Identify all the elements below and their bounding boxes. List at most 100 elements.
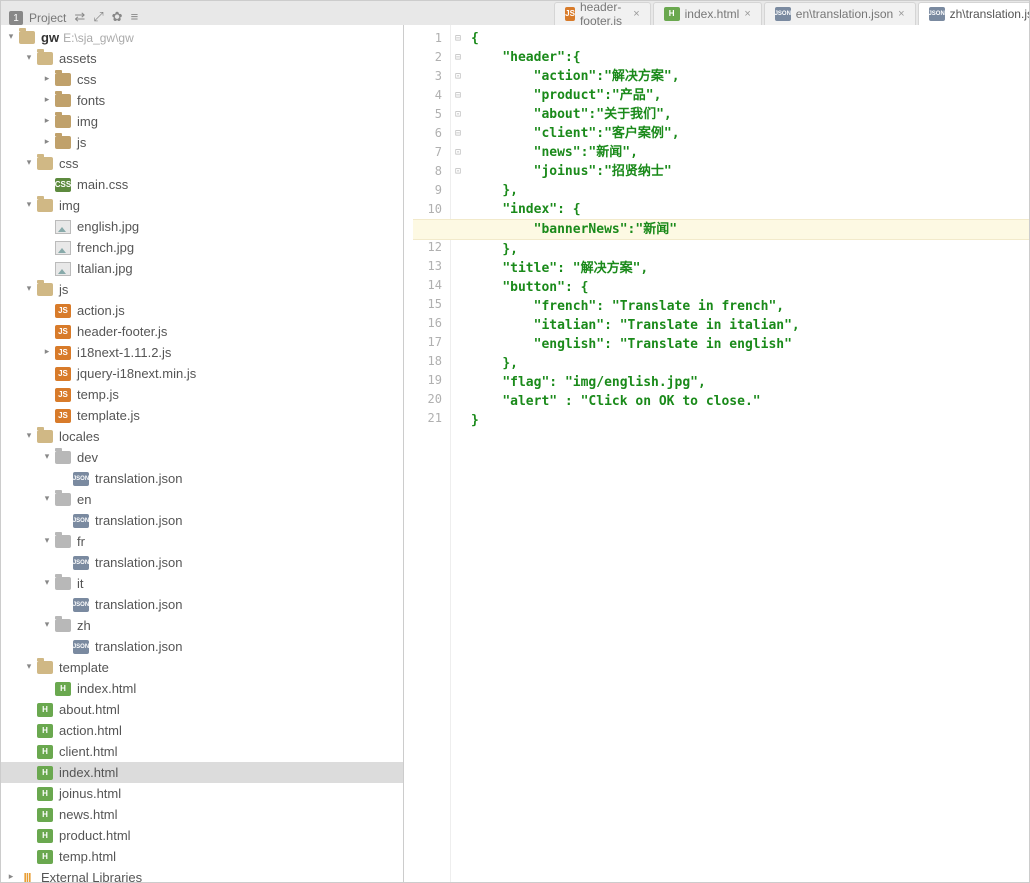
- tree-row[interactable]: ▸JSONtranslation.json: [1, 636, 403, 657]
- code-line[interactable]: },: [471, 181, 1029, 200]
- tree-row[interactable]: ▸JSjquery-i18next.min.js: [1, 363, 403, 384]
- code-line[interactable]: "news":"新闻",: [471, 143, 1029, 162]
- tree-row[interactable]: ▾dev: [1, 447, 403, 468]
- tree-row[interactable]: ▸JSi18next-1.11.2.js: [1, 342, 403, 363]
- fold-toggle[interactable]: ⊟: [451, 29, 465, 48]
- tree-row[interactable]: ▸JSheader-footer.js: [1, 321, 403, 342]
- editor-tab[interactable]: Hindex.html×: [653, 2, 762, 25]
- code-line[interactable]: "action":"解决方案",: [471, 67, 1029, 86]
- code-line[interactable]: "client":"客户案例",: [471, 124, 1029, 143]
- tree-row[interactable]: ▾gwE:\sja_gw\gw: [1, 27, 403, 48]
- tree-row[interactable]: ▾zh: [1, 615, 403, 636]
- code-line[interactable]: "joinus":"招贤纳士": [471, 162, 1029, 181]
- code-line[interactable]: "alert" : "Click on OK to close.": [471, 392, 1029, 411]
- chevron-down-icon[interactable]: ▾: [41, 619, 53, 631]
- tree-row[interactable]: ▸french.jpg: [1, 237, 403, 258]
- editor-tab[interactable]: JSheader-footer.js×: [554, 2, 650, 25]
- tree-row[interactable]: ▾img: [1, 195, 403, 216]
- editor-tab[interactable]: JSONzh\translation.json×: [918, 2, 1029, 25]
- tree-row[interactable]: ▸fonts: [1, 90, 403, 111]
- project-tree-panel[interactable]: ▾gwE:\sja_gw\gw▾assets▸css▸fonts▸img▸js▾…: [1, 25, 404, 882]
- tree-row[interactable]: ▸css: [1, 69, 403, 90]
- chevron-right-icon[interactable]: ▸: [41, 94, 53, 106]
- chevron-down-icon[interactable]: ▾: [23, 661, 35, 673]
- code-line[interactable]: "about":"关于我们",: [471, 105, 1029, 124]
- tree-row[interactable]: ▸JStemplate.js: [1, 405, 403, 426]
- code-line[interactable]: "button": {: [471, 278, 1029, 297]
- fold-toggle[interactable]: ⊟: [451, 86, 465, 105]
- tree-row[interactable]: ▸Hproduct.html: [1, 825, 403, 846]
- chevron-down-icon[interactable]: ▾: [5, 31, 17, 43]
- code-line[interactable]: "english": "Translate in english": [471, 335, 1029, 354]
- fold-gutter[interactable]: ⊟⊟⊡⊟⊡⊟⊡⊡: [451, 25, 465, 882]
- tree-row[interactable]: ▸JStemp.js: [1, 384, 403, 405]
- chevron-right-icon[interactable]: ▸: [41, 136, 53, 148]
- tree-row[interactable]: ▸img: [1, 111, 403, 132]
- chevron-down-icon[interactable]: ▾: [41, 577, 53, 589]
- code-line[interactable]: "bannerNews":"新闻": [413, 219, 1029, 240]
- project-tool-3[interactable]: ≡: [131, 9, 139, 25]
- code-line[interactable]: "title": "解决方案",: [471, 259, 1029, 278]
- project-tool-tab[interactable]: 1 Project: [1, 11, 74, 25]
- chevron-down-icon[interactable]: ▾: [41, 451, 53, 463]
- tree-row[interactable]: ▸|||External Libraries: [1, 867, 403, 882]
- code-editor[interactable]: 123456789101112131415161718192021 ⊟⊟⊡⊟⊡⊟…: [404, 25, 1029, 882]
- tree-row[interactable]: ▸Italian.jpg: [1, 258, 403, 279]
- chevron-down-icon[interactable]: ▾: [23, 199, 35, 211]
- chevron-right-icon[interactable]: ▸: [41, 73, 53, 85]
- tree-row[interactable]: ▾locales: [1, 426, 403, 447]
- code-line[interactable]: "product":"产品",: [471, 86, 1029, 105]
- chevron-down-icon[interactable]: ▾: [23, 52, 35, 64]
- tree-row[interactable]: ▾assets: [1, 48, 403, 69]
- tree-row[interactable]: ▾it: [1, 573, 403, 594]
- tree-row[interactable]: ▸Htemp.html: [1, 846, 403, 867]
- tree-row[interactable]: ▸JSaction.js: [1, 300, 403, 321]
- tree-row[interactable]: ▸JSONtranslation.json: [1, 594, 403, 615]
- code-line[interactable]: "french": "Translate in french",: [471, 297, 1029, 316]
- chevron-right-icon[interactable]: ▸: [41, 115, 53, 127]
- fold-toggle[interactable]: ⊟: [451, 48, 465, 67]
- tree-row[interactable]: ▾template: [1, 657, 403, 678]
- tree-row[interactable]: ▸Hindex.html: [1, 678, 403, 699]
- tree-row[interactable]: ▸Hjoinus.html: [1, 783, 403, 804]
- fold-toggle[interactable]: ⊡: [451, 143, 465, 162]
- chevron-right-icon[interactable]: ▸: [5, 871, 17, 883]
- tree-row[interactable]: ▸JSONtranslation.json: [1, 510, 403, 531]
- code-line[interactable]: }: [471, 411, 1029, 430]
- code-line[interactable]: "header":{: [471, 48, 1029, 67]
- tree-row[interactable]: ▾en: [1, 489, 403, 510]
- fold-toggle[interactable]: ⊟: [451, 124, 465, 143]
- tree-row[interactable]: ▸js: [1, 132, 403, 153]
- tree-row[interactable]: ▸Hindex.html: [1, 762, 403, 783]
- fold-toggle[interactable]: ⊡: [451, 105, 465, 124]
- chevron-right-icon[interactable]: ▸: [41, 346, 53, 358]
- tree-row[interactable]: ▸CSSmain.css: [1, 174, 403, 195]
- tree-row[interactable]: ▸Hnews.html: [1, 804, 403, 825]
- fold-toggle[interactable]: ⊡: [451, 67, 465, 86]
- tree-row[interactable]: ▸JSONtranslation.json: [1, 552, 403, 573]
- tree-row[interactable]: ▾fr: [1, 531, 403, 552]
- chevron-down-icon[interactable]: ▾: [23, 430, 35, 442]
- tree-row[interactable]: ▸JSONtranslation.json: [1, 468, 403, 489]
- project-tool-0[interactable]: ⇄: [74, 9, 85, 25]
- tree-row[interactable]: ▸Habout.html: [1, 699, 403, 720]
- code-line[interactable]: "flag": "img/english.jpg",: [471, 373, 1029, 392]
- chevron-down-icon[interactable]: ▾: [23, 157, 35, 169]
- tree-row[interactable]: ▸english.jpg: [1, 216, 403, 237]
- close-icon[interactable]: ×: [898, 8, 904, 20]
- tree-row[interactable]: ▾js: [1, 279, 403, 300]
- project-tool-2[interactable]: ✿: [112, 9, 123, 25]
- close-icon[interactable]: ×: [633, 8, 639, 20]
- code-line[interactable]: "index": {: [471, 200, 1029, 219]
- chevron-down-icon[interactable]: ▾: [23, 283, 35, 295]
- close-icon[interactable]: ×: [744, 8, 750, 20]
- code-line[interactable]: },: [471, 354, 1029, 373]
- chevron-down-icon[interactable]: ▾: [41, 493, 53, 505]
- project-tool-1[interactable]: ⤢: [93, 9, 103, 25]
- code-line[interactable]: },: [471, 240, 1029, 259]
- chevron-down-icon[interactable]: ▾: [41, 535, 53, 547]
- tree-row[interactable]: ▸Haction.html: [1, 720, 403, 741]
- tree-row[interactable]: ▾css: [1, 153, 403, 174]
- code-area[interactable]: { "header":{ "action":"解决方案", "product":…: [465, 25, 1029, 882]
- tree-row[interactable]: ▸Hclient.html: [1, 741, 403, 762]
